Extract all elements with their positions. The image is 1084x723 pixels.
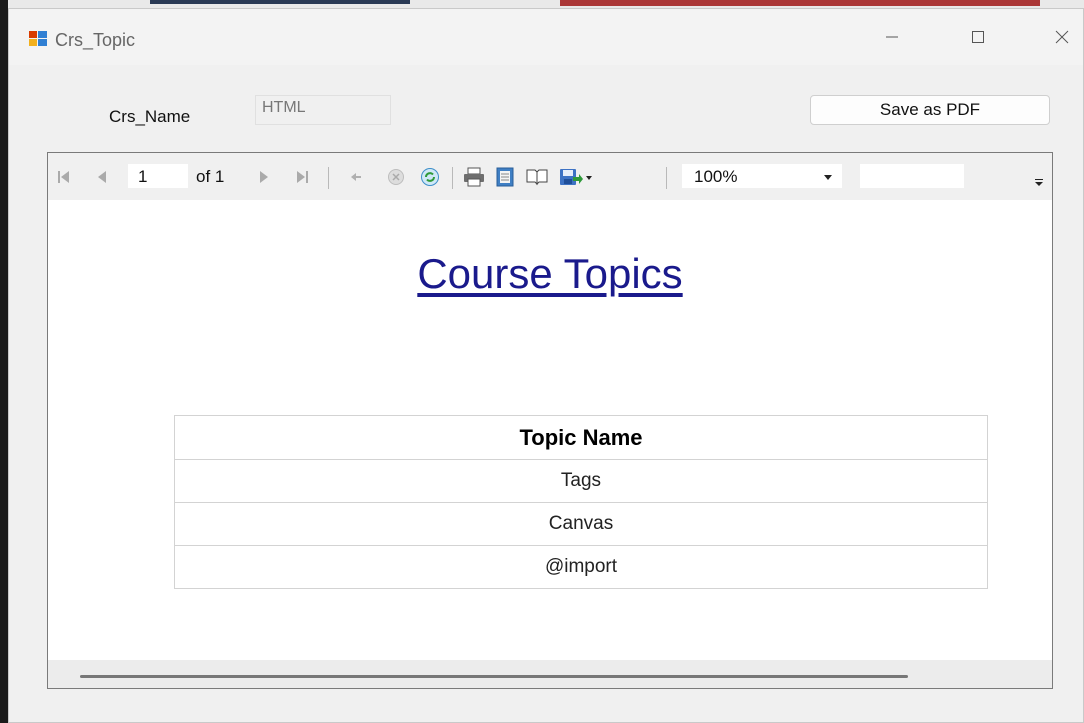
find-input[interactable] — [860, 164, 964, 188]
report-page: Course Topics Topic Name Tags Canvas @im… — [48, 200, 1052, 660]
current-page-input[interactable]: 1 — [128, 164, 188, 188]
horizontal-scrollbar[interactable] — [48, 660, 1052, 688]
toolbar-separator — [452, 167, 453, 189]
chevron-down-icon[interactable] — [824, 175, 832, 180]
zoom-select[interactable]: 100% — [682, 164, 842, 188]
desktop-background-red — [560, 0, 1040, 6]
previous-page-icon[interactable] — [94, 167, 110, 187]
page-count-label: of 1 — [196, 167, 225, 186]
minimize-icon — [886, 36, 898, 38]
column-header: Topic Name — [174, 415, 988, 460]
report-title[interactable]: Course Topics — [48, 250, 1052, 298]
print-icon[interactable] — [462, 167, 486, 187]
scrollbar-thumb[interactable] — [80, 675, 908, 678]
app-icon — [29, 31, 47, 46]
crs-name-label: Crs_Name — [109, 107, 191, 126]
table-header-row: Topic Name — [174, 415, 988, 460]
toolbar-separator — [666, 167, 667, 189]
page-setup-icon[interactable] — [526, 167, 548, 187]
toolbar-overflow-icon[interactable] — [1034, 177, 1044, 187]
next-page-icon[interactable] — [256, 167, 272, 187]
first-page-icon[interactable] — [56, 167, 72, 187]
export-icon[interactable] — [558, 167, 594, 187]
print-layout-icon[interactable] — [494, 167, 516, 187]
save-as-pdf-button[interactable]: Save as PDF — [810, 95, 1050, 125]
table-cell: Tags — [174, 459, 988, 503]
window-title: Crs_Topic — [55, 30, 136, 50]
report-viewer: 1 of 1 100% Course Topics Topic Name Tag… — [47, 152, 1053, 689]
desktop-background-bar — [150, 0, 410, 4]
report-toolbar: 1 of 1 100% — [48, 153, 1052, 200]
maximize-icon — [972, 31, 984, 43]
table-row: Canvas — [174, 502, 988, 546]
back-icon[interactable] — [348, 167, 364, 187]
topics-table: Topic Name Tags Canvas @import — [174, 415, 988, 589]
refresh-icon[interactable] — [420, 167, 440, 187]
close-icon — [1055, 30, 1069, 44]
toolbar-separator — [328, 167, 329, 189]
app-window: Crs_Topic Crs_Name HTML Save as PDF 1 of… — [8, 8, 1084, 723]
desktop-background-left — [0, 0, 8, 723]
crs-name-field[interactable]: HTML — [255, 95, 391, 125]
stop-icon[interactable] — [386, 167, 406, 187]
table-cell: Canvas — [174, 502, 988, 546]
close-button[interactable] — [1039, 21, 1084, 53]
maximize-button[interactable] — [955, 21, 1001, 53]
table-cell: @import — [174, 545, 988, 589]
table-row: @import — [174, 545, 988, 589]
table-row: Tags — [174, 459, 988, 503]
minimize-button[interactable] — [869, 21, 915, 53]
title-bar[interactable]: Crs_Topic — [9, 9, 1083, 65]
last-page-icon[interactable] — [294, 167, 310, 187]
